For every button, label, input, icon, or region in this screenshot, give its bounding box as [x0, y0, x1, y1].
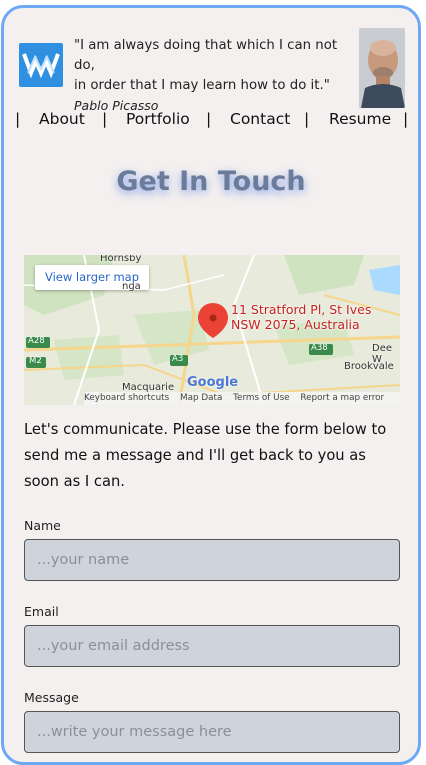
contact-intro-text: Let's communicate. Please use the form b…: [24, 421, 387, 490]
map-address-label: 11 Stratford Pl, St Ives NSW 2075, Austr…: [231, 302, 371, 332]
report-map-error-link[interactable]: Report a map error: [300, 393, 384, 403]
header-quote: "I am always doing that which I can not …: [74, 36, 356, 116]
nav-separator: |: [206, 110, 212, 128]
address-line-2: NSW 2075, Australia: [231, 317, 360, 332]
site-logo[interactable]: [19, 43, 63, 87]
map-road-a3: A3: [172, 354, 184, 364]
keyboard-shortcuts-link[interactable]: Keyboard shortcuts: [84, 393, 169, 403]
map-place-pymble: nga: [122, 281, 141, 292]
google-logo: Google: [187, 375, 239, 390]
email-field[interactable]: [24, 625, 400, 667]
nav-item-portfolio[interactable]: Portfolio: [126, 110, 190, 128]
map-place-brookvale: Brookvale: [344, 361, 394, 372]
nav-separator: |: [15, 110, 21, 128]
quote-line-2: in order that I may learn how to do it.": [74, 78, 330, 93]
map-road-m2: M2: [29, 356, 42, 366]
nav-item-resume[interactable]: Resume: [329, 110, 391, 128]
terms-of-use-link[interactable]: Terms of Use: [233, 393, 289, 403]
message-field[interactable]: [24, 711, 400, 753]
nav-separator: |: [304, 110, 310, 128]
map-road-a28: A28: [28, 336, 45, 346]
name-label: Name: [24, 518, 61, 533]
nav-separator: |: [102, 110, 108, 128]
message-label: Message: [24, 690, 79, 705]
address-line-1: 11 Stratford Pl, St Ives: [231, 302, 372, 317]
main-nav: | About | Portfolio | Contact | Resume |: [4, 108, 418, 132]
page-frame: "I am always doing that which I can not …: [1, 5, 421, 765]
quote-line-1: "I am always doing that which I can not …: [74, 38, 338, 73]
mw-logo-icon: [22, 53, 60, 79]
nav-item-contact[interactable]: Contact: [230, 110, 290, 128]
nav-separator: |: [403, 110, 409, 128]
embedded-map[interactable]: View larger map 11 Stratford Pl, St Ives…: [24, 255, 400, 405]
map-road-a38: A38: [311, 343, 328, 353]
site-header: "I am always doing that which I can not …: [4, 8, 418, 113]
name-field[interactable]: [24, 539, 400, 581]
map-footer: Keyboard shortcuts Map Data Terms of Use…: [84, 392, 400, 405]
map-data-link[interactable]: Map Data: [180, 393, 222, 403]
profile-photo: [359, 28, 405, 108]
map-place-hornsby: Hornsby: [100, 255, 142, 264]
nav-item-about[interactable]: About: [39, 110, 85, 128]
page-title: Get In Touch: [116, 166, 306, 197]
email-label: Email: [24, 604, 59, 619]
